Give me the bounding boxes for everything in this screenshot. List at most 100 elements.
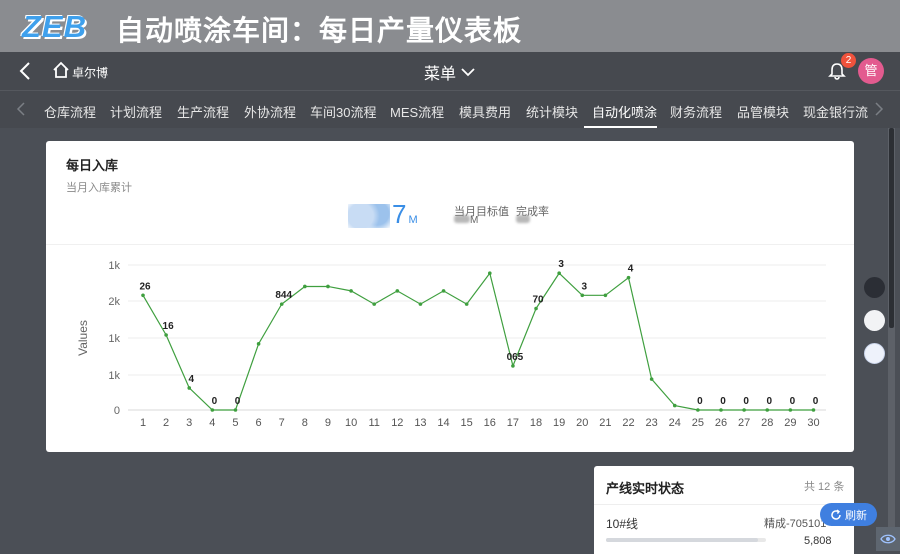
x-tick-label: 21 xyxy=(599,417,611,429)
completion-value xyxy=(516,215,530,226)
data-point xyxy=(256,342,261,346)
side-nav-dot-1[interactable] xyxy=(864,277,885,298)
data-point xyxy=(488,271,492,276)
data-label: 3 xyxy=(581,281,587,292)
x-tick-label: 14 xyxy=(437,417,449,429)
refresh-button[interactable]: 刷新 xyxy=(820,503,877,526)
banner: ZEB 自动喷涂车间：每日产量仪表板 xyxy=(0,0,900,52)
x-tick-label: 6 xyxy=(256,417,262,429)
tab-mes[interactable]: MES流程 xyxy=(390,102,444,121)
refresh-icon xyxy=(831,508,841,520)
data-point xyxy=(696,408,700,412)
x-tick-label: 30 xyxy=(807,417,819,429)
line-status-panel: 产线实时状态 共 12 条 10#线 精成-705101 5,808 xyxy=(594,466,854,554)
data-point xyxy=(141,293,145,298)
tab-finance[interactable]: 财务流程 xyxy=(670,102,722,121)
data-label: 065 xyxy=(507,352,524,363)
y-tick-label: 1k xyxy=(108,333,120,345)
data-point xyxy=(603,293,608,298)
series-line xyxy=(142,271,814,411)
tab-mold-cost[interactable]: 模具费用 xyxy=(459,102,511,121)
x-tick-label: 12 xyxy=(391,417,403,429)
data-point xyxy=(788,408,793,412)
eye-icon[interactable] xyxy=(876,527,900,551)
x-tick-label: 18 xyxy=(530,417,542,429)
tab-statistics[interactable]: 统计模块 xyxy=(526,102,578,121)
data-label: 26 xyxy=(139,281,151,292)
data-point xyxy=(534,306,538,311)
tab-cash-bank[interactable]: 现金银行流 xyxy=(803,102,868,121)
data-point xyxy=(233,408,238,412)
tab-planning[interactable]: 计划流程 xyxy=(110,102,162,121)
x-tick-label: 20 xyxy=(576,417,588,429)
tab-warehouse[interactable]: 仓库流程 xyxy=(44,102,96,121)
data-label: 0 xyxy=(212,396,218,407)
status-divider xyxy=(594,504,854,505)
data-point xyxy=(210,408,215,412)
x-tick-label: 7 xyxy=(279,417,285,429)
side-nav-dot-2[interactable] xyxy=(864,310,885,331)
chevron-down-icon xyxy=(461,68,475,77)
home-label[interactable]: 卓尔博 xyxy=(72,64,108,81)
data-point xyxy=(372,302,377,306)
daily-inbound-line-chart: 0 1k 1k 2k 1k Values 1 26 2 16 3 4 4 0 5 0 6 7 844 8 9 10 11 12… xyxy=(76,259,826,429)
x-tick-label: 24 xyxy=(669,417,681,429)
tab-scroll-left-icon[interactable] xyxy=(16,101,26,117)
tab-workshop30[interactable]: 车间30流程 xyxy=(310,102,376,121)
data-point xyxy=(303,284,307,289)
line-quantity: 5,808 xyxy=(804,535,832,547)
home-icon[interactable] xyxy=(52,61,70,79)
data-point xyxy=(557,271,561,276)
y-tick-label: 1k xyxy=(108,260,120,272)
data-label: 0 xyxy=(743,396,749,407)
data-label: 0 xyxy=(697,396,703,407)
x-tick-label: 3 xyxy=(186,417,192,429)
y-tick-label: 1k xyxy=(108,370,120,382)
zeb-logo: ZEB xyxy=(22,9,87,44)
menu-dropdown[interactable]: 菜单 xyxy=(424,60,476,84)
monthly-total-value: 7 xyxy=(392,199,407,229)
back-arrow-icon[interactable] xyxy=(18,60,32,82)
data-point xyxy=(719,408,723,412)
x-tick-label: 27 xyxy=(738,417,750,429)
data-label: 16 xyxy=(163,321,175,332)
data-label: 0 xyxy=(813,396,819,407)
side-nav-dot-3[interactable] xyxy=(864,343,885,364)
tab-production[interactable]: 生产流程 xyxy=(177,102,229,121)
x-tick-label: 11 xyxy=(368,417,379,429)
avatar[interactable]: 管 xyxy=(858,58,884,84)
data-label: 3 xyxy=(558,259,564,270)
line-progress-bar xyxy=(606,538,766,542)
data-point xyxy=(649,377,654,381)
target-unit: M xyxy=(470,215,479,226)
status-title: 产线实时状态 xyxy=(606,481,685,496)
data-label: 70 xyxy=(532,295,544,306)
refresh-label: 刷新 xyxy=(845,509,867,522)
x-tick-label: 28 xyxy=(761,417,773,429)
data-label: 4 xyxy=(628,264,634,275)
data-point xyxy=(418,302,423,306)
tab-scroll-right-icon[interactable] xyxy=(874,101,884,117)
x-tick-label: 13 xyxy=(414,417,426,429)
x-tick-label: 5 xyxy=(232,417,238,429)
tab-outsourcing[interactable]: 外协流程 xyxy=(244,102,296,121)
scrollbar-thumb[interactable] xyxy=(889,128,894,328)
x-tick-label: 16 xyxy=(484,417,496,429)
tab-quality[interactable]: 品管模块 xyxy=(737,102,789,121)
tab-auto-spray[interactable]: 自动化喷涂 xyxy=(592,102,657,121)
x-tick-label: 19 xyxy=(553,417,565,429)
data-label: 0 xyxy=(790,396,796,407)
x-tick-label: 17 xyxy=(507,417,519,429)
x-tick-label: 25 xyxy=(692,417,704,429)
x-tick-label: 9 xyxy=(325,417,331,429)
card-subtitle: 当月入库累计 xyxy=(66,182,132,194)
app-header: 卓尔博 菜单 xyxy=(0,52,900,90)
data-point xyxy=(464,302,469,306)
data-label: 0 xyxy=(235,396,241,407)
data-point xyxy=(187,386,192,390)
data-label: 0 xyxy=(766,396,772,407)
x-tick-label: 2 xyxy=(163,417,169,429)
data-point xyxy=(811,408,816,412)
active-tab-indicator xyxy=(584,126,657,128)
x-tick-label: 23 xyxy=(646,417,658,429)
